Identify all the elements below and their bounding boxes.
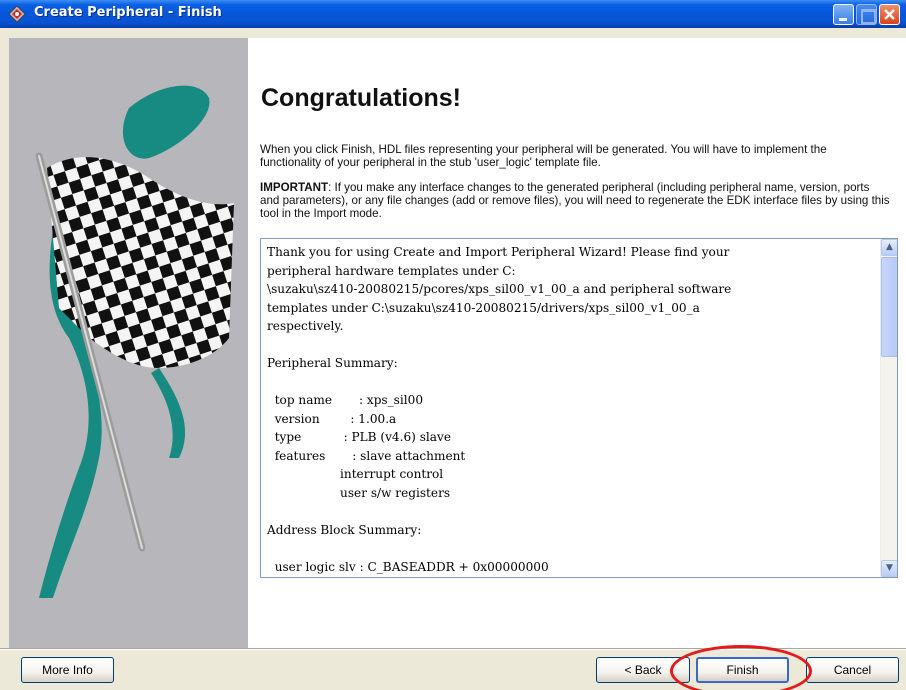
intro-text: When you click Finish, HDL files represe… bbox=[260, 143, 827, 169]
scroll-thumb[interactable] bbox=[881, 257, 897, 357]
important-text: : If you make any interface changes to t… bbox=[260, 181, 890, 220]
window-title: Create Peripheral - Finish bbox=[34, 5, 222, 20]
wizard-side-image bbox=[9, 38, 248, 648]
arrow-up-icon[interactable]: ▲ bbox=[881, 239, 897, 256]
summary-textarea[interactable]: Thank you for using Create and Import Pe… bbox=[260, 238, 898, 578]
close-x-glyph bbox=[884, 9, 895, 20]
more-info-button[interactable]: More Info bbox=[21, 657, 114, 683]
summary-text: Thank you for using Create and Import Pe… bbox=[267, 245, 732, 574]
finish-highlight-ring bbox=[670, 645, 812, 690]
cancel-button[interactable]: Cancel bbox=[806, 657, 899, 683]
vertical-scrollbar[interactable]: ▲ ▼ bbox=[880, 239, 897, 577]
title-bar[interactable]: Create Peripheral - Finish bbox=[0, 0, 906, 28]
content-panel: Congratulations! When you click Finish, … bbox=[248, 38, 906, 648]
minimize-icon[interactable] bbox=[833, 4, 854, 25]
close-icon[interactable] bbox=[879, 4, 900, 25]
maximize-icon bbox=[856, 4, 877, 25]
checkered-flag-icon bbox=[35, 85, 234, 598]
xilinx-logo-icon bbox=[8, 5, 26, 23]
important-label: IMPORTANT bbox=[260, 181, 329, 194]
important-note: IMPORTANT: If you make any interface cha… bbox=[260, 181, 890, 220]
page-heading: Congratulations! bbox=[261, 84, 461, 112]
wizard-window: Create Peripheral - Finish Congratulatio… bbox=[0, 0, 906, 690]
arrow-down-icon[interactable]: ▼ bbox=[881, 560, 897, 577]
